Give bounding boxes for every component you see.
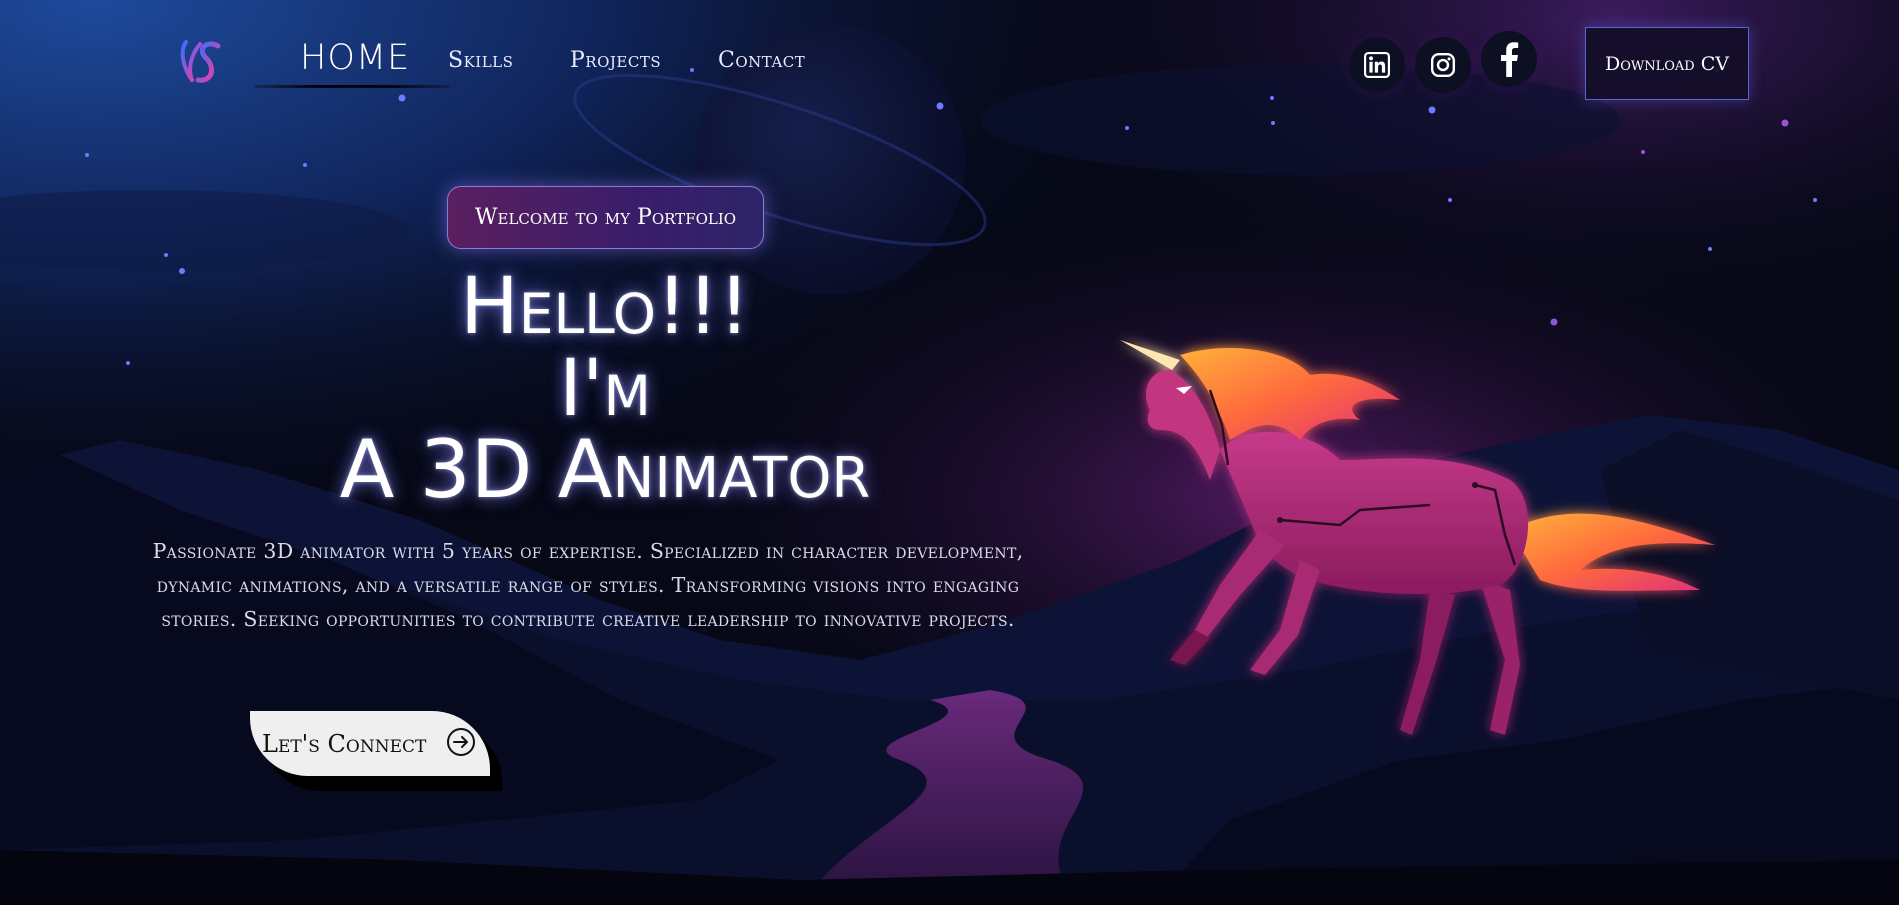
brand-logo[interactable] xyxy=(178,36,228,88)
linkedin-button[interactable] xyxy=(1349,37,1405,93)
welcome-badge: Welcome to my Portfolio xyxy=(447,186,764,249)
download-cv-button[interactable]: Download CV xyxy=(1585,27,1749,100)
hero-greeting: Hello!!! xyxy=(460,262,750,352)
instagram-button[interactable] xyxy=(1415,37,1471,93)
lets-connect-label: Let's Connect xyxy=(262,729,427,758)
nav-home[interactable]: HOME xyxy=(300,38,410,78)
facebook-button[interactable] xyxy=(1481,31,1537,87)
hero-description: Passionate 3D animator with 5 years of e… xyxy=(152,539,1024,631)
linkedin-icon xyxy=(1364,52,1390,78)
hero-im: I'm xyxy=(559,344,651,434)
arrow-right-circle-icon xyxy=(447,728,475,756)
nav-projects[interactable]: Projects xyxy=(570,48,661,73)
hero-role: A 3D Animator xyxy=(339,423,871,516)
nav-skills[interactable]: Skills xyxy=(448,48,513,73)
nav-active-underline xyxy=(254,85,450,88)
lets-connect-button[interactable]: Let's Connect xyxy=(250,711,490,776)
instagram-icon xyxy=(1430,52,1456,78)
facebook-icon xyxy=(1501,42,1519,77)
nav-contact[interactable]: Contact xyxy=(718,48,805,73)
unicorn-illustration xyxy=(1120,340,1715,735)
